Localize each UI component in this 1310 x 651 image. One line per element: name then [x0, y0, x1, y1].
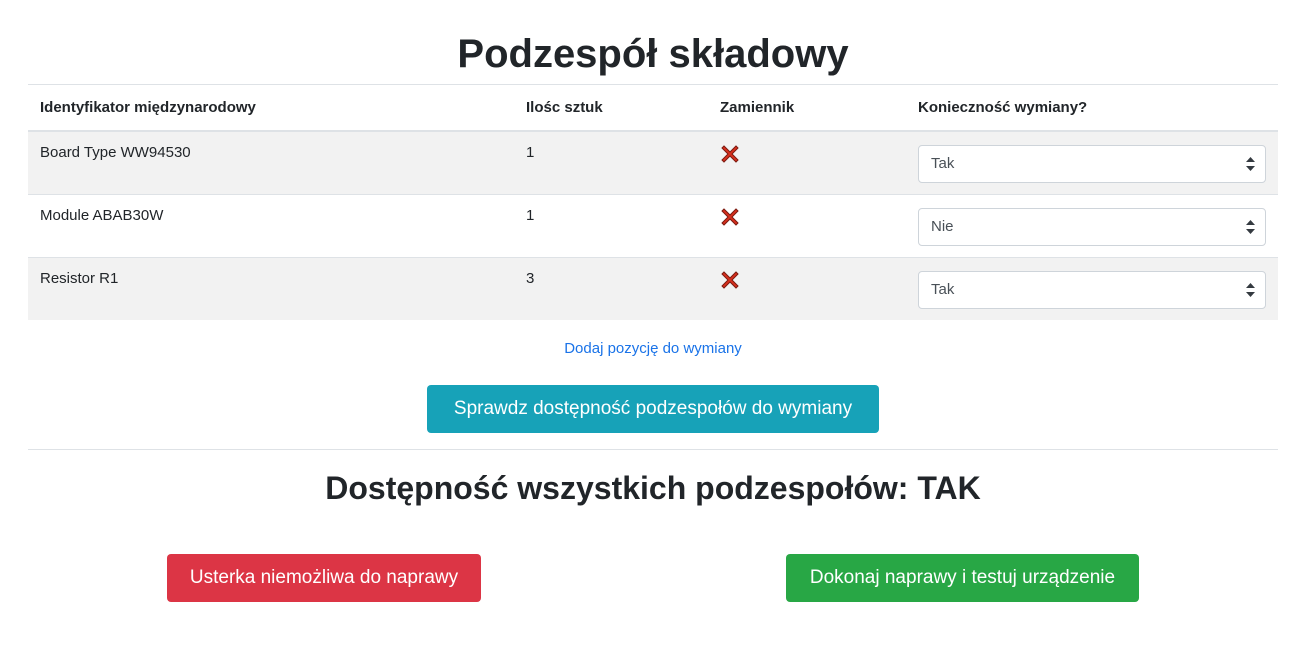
select-arrows-icon	[1246, 219, 1255, 234]
part-qty-cell: 1	[514, 130, 708, 194]
check-availability-button[interactable]: Sprawdz dostępność podzespołów do wymian…	[427, 385, 879, 433]
select-value: Tak	[931, 280, 955, 298]
part-id-cell: Board Type WW94530	[28, 130, 514, 194]
select-arrows-icon	[1246, 282, 1255, 297]
column-header-id: Identyfikator międzynarodowy	[28, 85, 514, 132]
column-header-qty: Ilośc sztuk	[514, 85, 708, 132]
cannot-repair-button[interactable]: Usterka niemożliwa do naprawy	[167, 554, 481, 602]
page-title: Podzespół składowy	[457, 32, 849, 76]
part-qty-cell: 1	[514, 193, 708, 257]
replacement-cell	[708, 130, 906, 194]
column-header-replacement: Zamiennik	[708, 85, 906, 132]
repair-and-test-button[interactable]: Dokonaj naprawy i testuj urządzenie	[786, 554, 1139, 602]
x-icon	[721, 207, 739, 226]
table-row: Board Type WW94530 1 Tak	[28, 130, 1278, 194]
replacement-cell	[708, 193, 906, 257]
table-row: Resistor R1 3 Tak	[28, 256, 1278, 320]
replace-needed-select[interactable]: Tak	[918, 270, 1266, 309]
table-header-row: Identyfikator międzynarodowy Ilośc sztuk…	[28, 85, 1278, 132]
select-arrows-icon	[1246, 157, 1255, 171]
replacement-cell	[708, 256, 906, 320]
page: Podzespół składowy Identyfikator międzyn…	[0, 0, 1310, 651]
select-value: Nie	[931, 217, 954, 235]
table-row: Module ABAB30W 1 Nie	[28, 193, 1278, 257]
select-value: Tak	[931, 155, 955, 172]
replace-needed-cell: Tak	[906, 256, 1278, 320]
replace-needed-select[interactable]: Nie	[918, 207, 1266, 246]
replace-needed-cell: Nie	[906, 193, 1278, 257]
x-icon	[721, 145, 739, 163]
replace-needed-cell: Tak	[906, 130, 1278, 194]
x-icon	[721, 270, 739, 289]
divider	[28, 449, 1278, 450]
part-qty-cell: 3	[514, 256, 708, 320]
parts-table: Identyfikator międzynarodowy Ilośc sztuk…	[28, 85, 1278, 320]
part-id-cell: Module ABAB30W	[28, 193, 514, 257]
part-id-cell: Resistor R1	[28, 256, 514, 320]
column-header-replace-needed: Konieczność wymiany?	[906, 85, 1278, 132]
replace-needed-select[interactable]: Tak	[918, 145, 1266, 183]
add-position-link[interactable]: Dodaj pozycję do wymiany	[0, 339, 1306, 359]
availability-heading: Dostępność wszystkich podzespołów: TAK	[325, 470, 981, 506]
